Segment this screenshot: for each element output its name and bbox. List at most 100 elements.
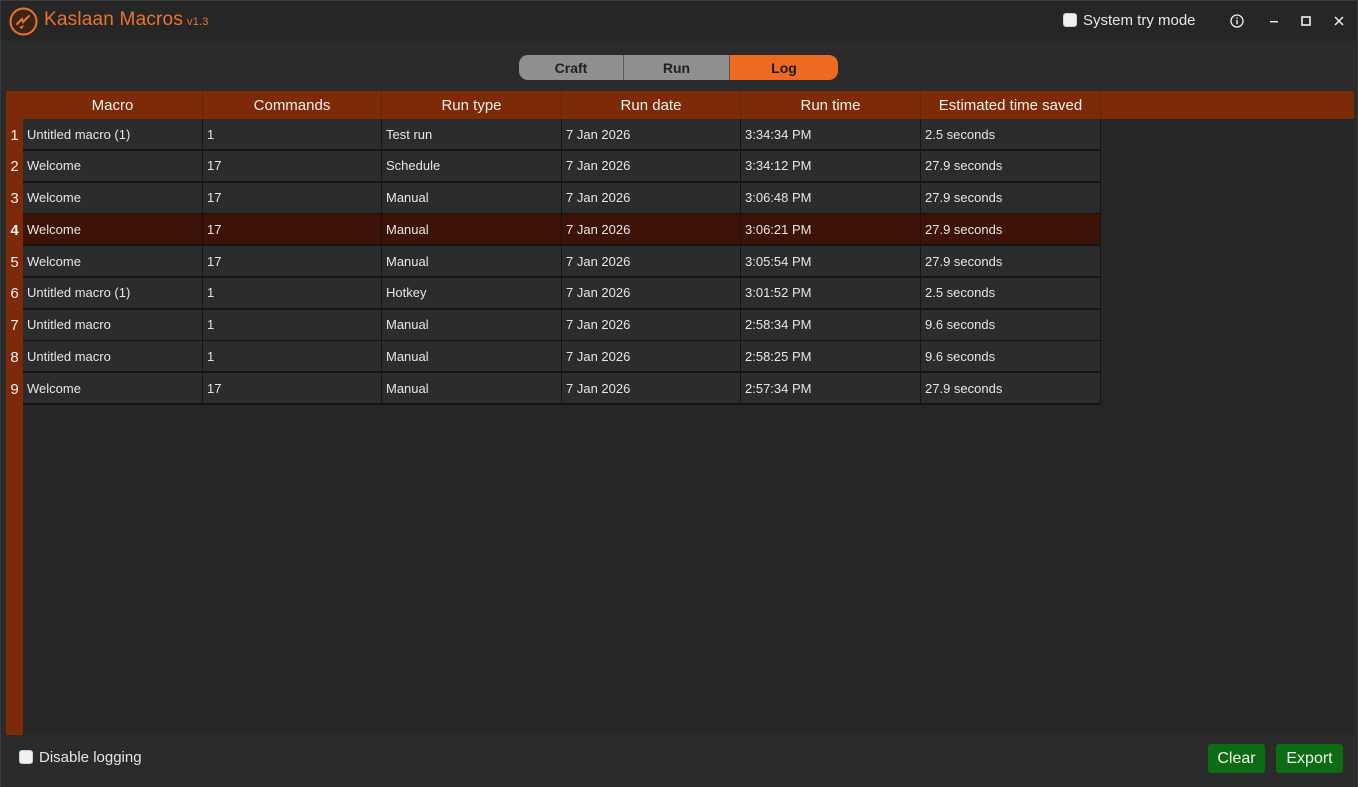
cell-commands[interactable]: 17 [203,246,382,278]
column-header-run-date[interactable]: Run date [562,91,741,119]
cell-run-date[interactable]: 7 Jan 2026 [562,214,741,247]
cell-run-date[interactable]: 7 Jan 2026 [562,246,741,278]
table-row[interactable]: 3 Welcome 17 Manual 7 Jan 2026 3:06:48 PM 27.9… [6,182,1101,215]
cell-run-type[interactable]: Manual [382,246,562,278]
cell-run-date[interactable]: 7 Jan 2026 [562,150,741,183]
cell-run-time[interactable]: 3:01:52 PM [741,277,921,310]
column-header-commands[interactable]: Commands [203,91,382,119]
cell-run-date[interactable]: 7 Jan 2026 [562,373,741,405]
info-button[interactable] [1222,7,1252,35]
row-number[interactable]: 1 [6,119,23,151]
maximize-icon [1301,16,1311,26]
cell-estimated-time-saved[interactable]: 27.9 seconds [921,182,1101,215]
export-button[interactable]: Export [1276,744,1343,773]
cell-estimated-time-saved[interactable]: 2.5 seconds [921,277,1101,310]
cell-run-type[interactable]: Manual [382,182,562,215]
cell-run-type[interactable]: Manual [382,373,562,405]
cell-macro[interactable]: Welcome [23,214,203,247]
table-row[interactable]: 9 Welcome 17 Manual 7 Jan 2026 2:57:34 PM 27.9… [6,373,1101,405]
row-number[interactable]: 2 [6,151,23,183]
log-grid[interactable]: Macro Commands Run type Run date Run tim… [6,91,1354,735]
tab-log[interactable]: Log [730,55,838,80]
cell-run-time[interactable]: 3:05:54 PM [741,246,921,278]
table-row[interactable]: 1 Untitled macro (1) 1 Test run 7 Jan 2026 3:… [6,119,1101,151]
title-bar[interactable]: Kaslaan Macros v1.3 System try mode [1,1,1357,41]
table-row[interactable]: 5 Welcome 17 Manual 7 Jan 2026 3:05:54 PM 27.9… [6,246,1101,278]
cell-commands[interactable]: 17 [203,214,382,247]
cell-run-time[interactable]: 2:57:34 PM [741,373,921,405]
cell-macro[interactable]: Welcome [23,182,203,215]
system-tray-mode-label[interactable]: System try mode [1083,12,1196,29]
cell-run-type[interactable]: Manual [382,214,562,247]
cell-run-time[interactable]: 3:06:48 PM [741,182,921,215]
row-number[interactable]: 5 [6,246,23,278]
cell-commands[interactable]: 1 [203,341,382,374]
app-title: Kaslaan Macros v1.3 [44,9,209,31]
tab-craft[interactable]: Craft [519,55,624,80]
cell-commands[interactable]: 1 [203,119,382,151]
cell-run-date[interactable]: 7 Jan 2026 [562,341,741,374]
minimize-icon [1270,21,1278,23]
app-logo-icon [9,7,38,36]
cell-commands[interactable]: 17 [203,182,382,215]
cell-run-time[interactable]: 2:58:25 PM [741,341,921,374]
row-number[interactable]: 6 [6,278,23,310]
row-number[interactable]: 7 [6,310,23,342]
cell-run-time[interactable]: 2:58:34 PM [741,309,921,342]
cell-commands[interactable]: 17 [203,150,382,183]
close-button[interactable] [1324,7,1354,35]
cell-estimated-time-saved[interactable]: 9.6 seconds [921,341,1101,374]
close-icon [1334,16,1344,26]
cell-macro[interactable]: Untitled macro [23,341,203,374]
cell-estimated-time-saved[interactable]: 27.9 seconds [921,373,1101,405]
cell-commands[interactable]: 1 [203,277,382,310]
column-header-run-time[interactable]: Run time [741,91,921,119]
cell-macro[interactable]: Untitled macro (1) [23,119,203,151]
cell-macro[interactable]: Welcome [23,150,203,183]
app-window: Kaslaan Macros v1.3 System try mode Craf… [0,0,1358,787]
app-name: Kaslaan Macros [44,9,184,30]
column-header-run-type[interactable]: Run type [382,91,562,119]
cell-macro[interactable]: Welcome [23,246,203,278]
cell-run-type[interactable]: Manual [382,341,562,374]
minimize-button[interactable] [1259,7,1289,35]
cell-run-time[interactable]: 3:34:12 PM [741,150,921,183]
cell-run-time[interactable]: 3:06:21 PM [741,214,921,247]
cell-estimated-time-saved[interactable]: 27.9 seconds [921,246,1101,278]
cell-run-date[interactable]: 7 Jan 2026 [562,182,741,215]
cell-commands[interactable]: 17 [203,373,382,405]
row-number[interactable]: 3 [6,183,23,215]
cell-run-date[interactable]: 7 Jan 2026 [562,277,741,310]
row-number[interactable]: 9 [6,373,23,405]
cell-macro[interactable]: Untitled macro (1) [23,277,203,310]
cell-run-type[interactable]: Test run [382,119,562,151]
maximize-button[interactable] [1291,7,1321,35]
table-row[interactable]: 4 Welcome 17 Manual 7 Jan 2026 3:06:21 PM 27.9… [6,214,1101,247]
cell-run-date[interactable]: 7 Jan 2026 [562,309,741,342]
cell-macro[interactable]: Welcome [23,373,203,405]
cell-commands[interactable]: 1 [203,309,382,342]
cell-estimated-time-saved[interactable]: 2.5 seconds [921,119,1101,151]
system-tray-mode-checkbox[interactable] [1063,13,1077,27]
table-row[interactable]: 6 Untitled macro (1) 1 Hotkey 7 Jan 2026 3:01… [6,277,1101,310]
cell-estimated-time-saved[interactable]: 27.9 seconds [921,150,1101,183]
disable-logging-checkbox[interactable] [19,750,33,764]
clear-button[interactable]: Clear [1208,744,1265,773]
table-row[interactable]: 7 Untitled macro 1 Manual 7 Jan 2026 2:58:34 … [6,309,1101,342]
table-row[interactable]: 2 Welcome 17 Schedule 7 Jan 2026 3:34:12 PM 27… [6,150,1101,183]
cell-run-type[interactable]: Hotkey [382,277,562,310]
column-header-macro[interactable]: Macro [23,91,203,119]
tab-run[interactable]: Run [624,55,730,80]
cell-estimated-time-saved[interactable]: 27.9 seconds [921,214,1101,247]
table-row[interactable]: 8 Untitled macro 1 Manual 7 Jan 2026 2:58:25 … [6,341,1101,374]
cell-run-time[interactable]: 3:34:34 PM [741,119,921,151]
cell-run-type[interactable]: Schedule [382,150,562,183]
cell-run-type[interactable]: Manual [382,309,562,342]
cell-estimated-time-saved[interactable]: 9.6 seconds [921,309,1101,342]
row-number[interactable]: 8 [6,341,23,373]
column-header-estimated-time-saved[interactable]: Estimated time saved [921,91,1101,119]
cell-macro[interactable]: Untitled macro [23,309,203,342]
row-number[interactable]: 4 [6,214,23,246]
disable-logging-label[interactable]: Disable logging [39,749,142,766]
cell-run-date[interactable]: 7 Jan 2026 [562,119,741,151]
